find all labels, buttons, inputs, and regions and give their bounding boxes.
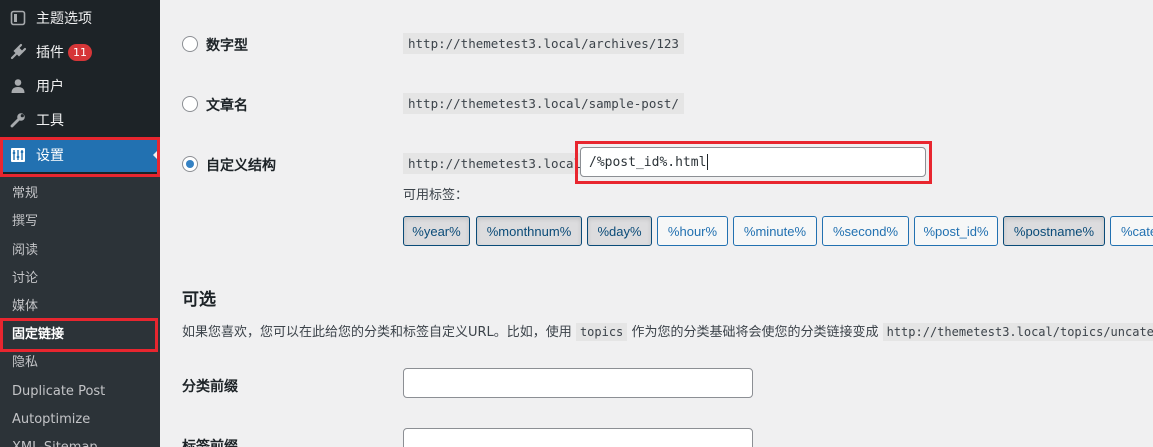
submenu-item-discussion[interactable]: 讨论 bbox=[12, 265, 38, 293]
theme-options-icon bbox=[8, 8, 28, 28]
radio-numeric[interactable] bbox=[182, 36, 198, 52]
available-tags-label: 可用标签： bbox=[403, 188, 469, 203]
text-caret bbox=[707, 154, 709, 170]
custom-structure-value: /%post_id%.html bbox=[589, 154, 707, 170]
submenu-item-general[interactable]: 常规 bbox=[12, 180, 38, 208]
permalink-settings-panel: 数字型 http://themetest3.local/archives/123… bbox=[160, 0, 1153, 447]
submenu-item-reading[interactable]: 阅读 bbox=[12, 237, 38, 265]
radio-post-name[interactable] bbox=[182, 96, 198, 112]
tag-button-monthnum[interactable]: %monthnum% bbox=[476, 216, 582, 246]
sidebar-item-tools[interactable]: 工具 bbox=[0, 103, 160, 137]
sidebar-item-label: 插件 bbox=[36, 45, 64, 61]
tag-button-hour[interactable]: %hour% bbox=[657, 216, 728, 246]
description-text: 如果您喜欢，您可以在此给您的分类和标签自定义URL。比如，使用 bbox=[182, 325, 572, 340]
sidebar-item-label: 设置 bbox=[36, 148, 64, 164]
submenu-item-media[interactable]: 媒体 bbox=[12, 293, 38, 321]
tag-button-day[interactable]: %day% bbox=[587, 216, 652, 246]
sidebar-item-users[interactable]: 用户 bbox=[0, 69, 160, 103]
sidebar-item-settings[interactable]: 设置 bbox=[0, 138, 160, 172]
optional-section-title: 可选 bbox=[182, 290, 216, 310]
submenu-item-writing[interactable]: 撰写 bbox=[12, 208, 38, 236]
update-count-badge: 11 bbox=[68, 43, 92, 61]
tag-button-postname[interactable]: %postname% bbox=[1003, 216, 1105, 246]
submenu-item-privacy[interactable]: 隐私 bbox=[12, 349, 38, 377]
sidebar-item-plugins[interactable]: 插件 11 bbox=[0, 35, 160, 69]
sidebar-item-theme-options[interactable]: 主题选项 bbox=[0, 1, 160, 35]
option-label-post-name: 文章名 bbox=[206, 98, 248, 114]
submenu-item-autoptimize[interactable]: Autoptimize bbox=[12, 406, 90, 434]
option-label-custom-structure: 自定义结构 bbox=[206, 158, 276, 174]
option-label-numeric: 数字型 bbox=[206, 38, 248, 54]
example-url-numeric: http://themetest3.local/archives/123 bbox=[403, 33, 684, 54]
user-icon bbox=[8, 76, 28, 96]
tag-base-label: 标签前缀 bbox=[182, 439, 238, 447]
tag-button-minute[interactable]: %minute% bbox=[733, 216, 817, 246]
sidebar-item-label: 工具 bbox=[36, 113, 64, 129]
description-text: 作为您的分类基础将会使您的分类链接变成 bbox=[631, 325, 879, 340]
category-base-label: 分类前缀 bbox=[182, 379, 238, 395]
sidebar-item-label: 主题选项 bbox=[36, 11, 92, 27]
sidebar-item-label: 用户 bbox=[36, 79, 64, 95]
description-code-url: http://themetest3.local/topics/uncategor bbox=[882, 323, 1153, 341]
tag-button-category[interactable]: %cate bbox=[1110, 216, 1153, 246]
settings-icon bbox=[8, 145, 28, 165]
example-url-post-name: http://themetest3.local/sample-post/ bbox=[403, 93, 684, 114]
wp-admin-window: 主题选项 插件 11 用户 工具 设置 常规 撰写 阅读 讨论 媒体 固定链接 … bbox=[0, 0, 1153, 447]
custom-structure-input[interactable]: /%post_id%.html bbox=[580, 147, 926, 177]
custom-structure-prefix: http://themetest3.local bbox=[403, 153, 587, 174]
optional-description: 如果您喜欢，您可以在此给您的分类和标签自定义URL。比如，使用 topics 作… bbox=[182, 321, 1153, 341]
description-code-topics: topics bbox=[575, 323, 628, 341]
settings-submenu: 常规 撰写 阅读 讨论 媒体 固定链接 隐私 Duplicate Post Au… bbox=[0, 174, 160, 447]
tag-base-input[interactable] bbox=[403, 428, 753, 447]
tag-button-post-id[interactable]: %post_id% bbox=[914, 216, 998, 246]
admin-sidebar: 主题选项 插件 11 用户 工具 设置 常规 撰写 阅读 讨论 媒体 固定链接 … bbox=[0, 0, 160, 447]
tag-button-year[interactable]: %year% bbox=[403, 216, 470, 246]
submenu-item-duplicate-post[interactable]: Duplicate Post bbox=[12, 378, 105, 406]
category-base-input[interactable] bbox=[403, 368, 753, 398]
submenu-item-xml-sitemap[interactable]: XML-Sitemap bbox=[12, 434, 98, 447]
tag-button-second[interactable]: %second% bbox=[822, 216, 909, 246]
wrench-icon bbox=[8, 110, 28, 130]
radio-custom-structure[interactable] bbox=[182, 156, 198, 172]
plugin-icon bbox=[8, 42, 28, 62]
submenu-item-permalinks[interactable]: 固定链接 bbox=[12, 321, 64, 349]
